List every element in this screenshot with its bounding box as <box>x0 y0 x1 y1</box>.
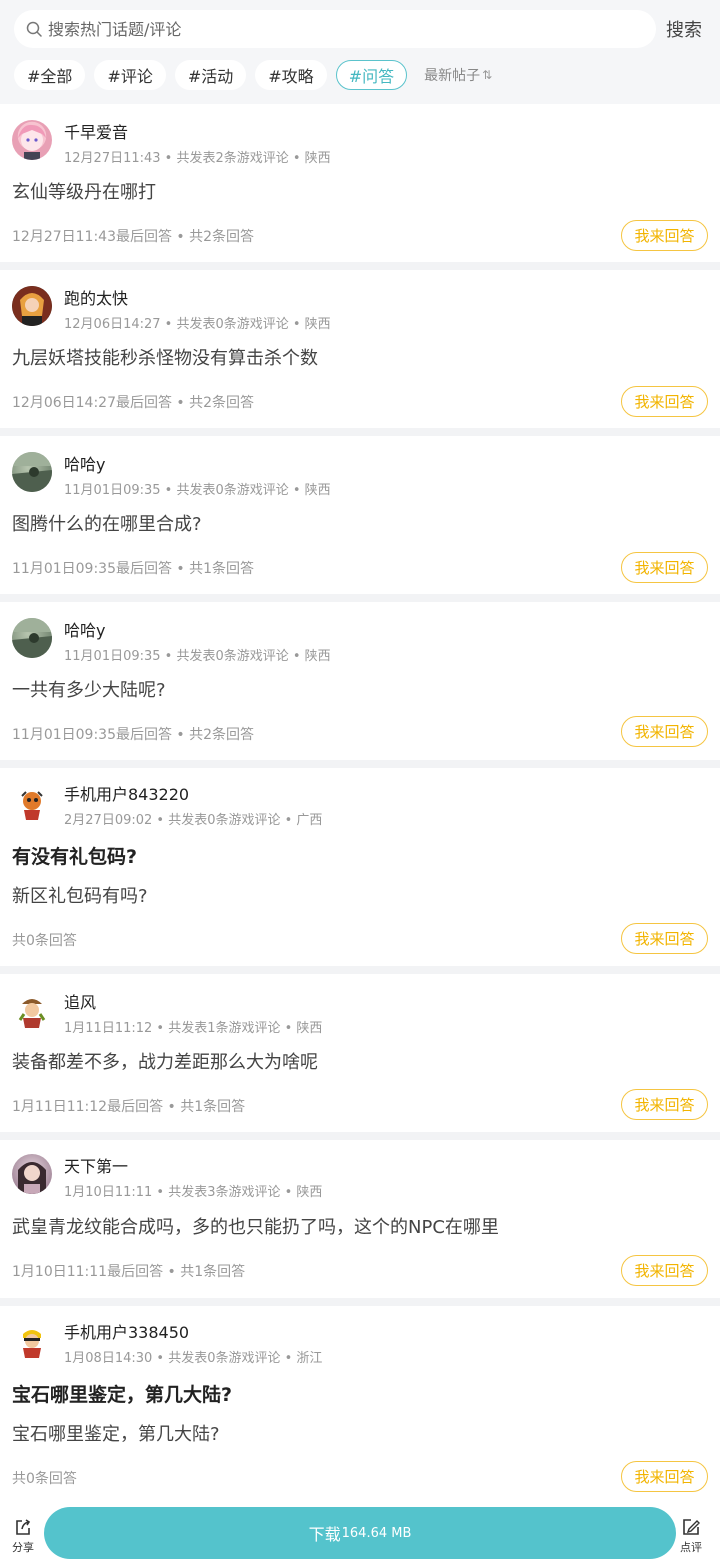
post-meta: 1月10日11:11 • 共发表3条游戏评论 • 陕西 <box>64 1185 323 1200</box>
search-input[interactable] <box>48 10 638 48</box>
post-card[interactable]: 哈哈y 11月01日09:35 • 共发表0条游戏评论 • 陕西 图腾什么的在哪… <box>0 436 720 594</box>
answer-button[interactable]: 我来回答 <box>621 386 708 417</box>
avatar[interactable] <box>12 286 52 326</box>
username[interactable]: 追风 <box>64 989 96 1013</box>
username[interactable]: 手机用户338450 <box>64 1319 189 1343</box>
edit-icon <box>683 1519 700 1535</box>
post-meta: 1月11日11:12 • 共发表1条游戏评论 • 陕西 <box>64 1021 323 1036</box>
post-card[interactable]: 手机用户843220 2月27日09:02 • 共发表0条游戏评论 • 广西 有… <box>0 768 720 966</box>
post-meta: 12月06日14:27 • 共发表0条游戏评论 • 陕西 <box>64 317 331 332</box>
post-card[interactable]: 追风 1月11日11:12 • 共发表1条游戏评论 • 陕西 装备都差不多，战力… <box>0 974 720 1132</box>
share-label: 分享 <box>12 1541 34 1554</box>
sort-label: 最新帖子 <box>424 68 481 84</box>
post-title: 宝石哪里鉴定，第几大陆? <box>12 1384 233 1406</box>
post-card[interactable]: 跑的太快 12月06日14:27 • 共发表0条游戏评论 • 陕西 九层妖塔技能… <box>0 270 720 428</box>
avatar[interactable] <box>12 120 52 160</box>
post-meta: 1月08日14:30 • 共发表0条游戏评论 • 浙江 <box>64 1351 323 1366</box>
post-card[interactable]: 手机用户338450 1月08日14:30 • 共发表0条游戏评论 • 浙江 宝… <box>0 1306 720 1503</box>
post-content: 宝石哪里鉴定，第几大陆? <box>12 1424 220 1445</box>
post-content: 九层妖塔技能秒杀怪物没有算击杀个数 <box>12 348 318 369</box>
post-content: 新区礼包码有吗? <box>12 886 148 907</box>
answer-button[interactable]: 我来回答 <box>621 1255 708 1286</box>
download-label: 下载 <box>308 1525 341 1544</box>
username[interactable]: 跑的太快 <box>64 285 128 309</box>
tag-qa[interactable]: #问答 <box>335 60 408 90</box>
answer-button[interactable]: 我来回答 <box>621 716 708 747</box>
post-meta: 2月27日09:02 • 共发表0条游戏评论 • 广西 <box>64 813 323 828</box>
username[interactable]: 哈哈y <box>64 451 105 475</box>
post-content: 武皇青龙纹能合成吗，多的也只能扔了吗，这个的NPC在哪里 <box>12 1217 499 1238</box>
post-footer: 12月27日11:43最后回答 • 共2条回答 <box>12 229 255 245</box>
username[interactable]: 天下第一 <box>64 1153 128 1177</box>
post-footer: 12月06日14:27最后回答 • 共2条回答 <box>12 395 255 411</box>
tag-bar: #全部 #评论 #活动 #攻略 #问答 最新帖子 ⇅ <box>14 59 492 91</box>
avatar[interactable] <box>12 618 52 658</box>
post-content: 图腾什么的在哪里合成? <box>12 514 202 535</box>
share-button[interactable]: 分享 <box>12 1517 34 1555</box>
tag-all[interactable]: #全部 <box>14 60 86 90</box>
post-footer: 11月01日09:35最后回答 • 共2条回答 <box>12 727 255 743</box>
post-content: 玄仙等级丹在哪打 <box>12 182 156 203</box>
answer-button[interactable]: 我来回答 <box>621 1461 708 1492</box>
sort-toggle[interactable]: 最新帖子 ⇅ <box>424 65 492 85</box>
avatar[interactable] <box>12 990 52 1030</box>
post-footer: 共0条回答 <box>12 933 77 949</box>
avatar[interactable] <box>12 452 52 492</box>
search-icon <box>26 21 42 37</box>
username[interactable]: 千早爱音 <box>64 119 128 143</box>
username[interactable]: 哈哈y <box>64 617 105 641</box>
post-content: 装备都差不多，战力差距那么大为啥呢 <box>12 1052 318 1073</box>
post-meta: 11月01日09:35 • 共发表0条游戏评论 • 陕西 <box>64 483 331 498</box>
post-footer: 共0条回答 <box>12 1471 77 1487</box>
username[interactable]: 手机用户843220 <box>64 781 189 805</box>
post-footer: 11月01日09:35最后回答 • 共1条回答 <box>12 561 255 577</box>
download-button[interactable]: 下载 164.64 MB <box>44 1507 676 1559</box>
sort-icon: ⇅ <box>482 68 493 82</box>
post-footer: 1月11日11:12最后回答 • 共1条回答 <box>12 1099 246 1115</box>
tag-guide[interactable]: #攻略 <box>255 60 327 90</box>
avatar[interactable] <box>12 784 52 824</box>
download-size: 164.64 MB <box>341 1525 412 1541</box>
top-bar: 搜索 #全部 #评论 #活动 #攻略 #问答 最新帖子 ⇅ <box>0 0 720 104</box>
avatar[interactable] <box>12 1154 52 1194</box>
post-meta: 11月01日09:35 • 共发表0条游戏评论 • 陕西 <box>64 649 331 664</box>
post-card[interactable]: 千早爱音 12月27日11:43 • 共发表2条游戏评论 • 陕西 玄仙等级丹在… <box>0 104 720 262</box>
search-button[interactable]: 搜索 <box>666 16 702 42</box>
tag-event[interactable]: #活动 <box>174 60 247 90</box>
post-meta: 12月27日11:43 • 共发表2条游戏评论 • 陕西 <box>64 151 331 166</box>
post-card[interactable]: 天下第一 1月10日11:11 • 共发表3条游戏评论 • 陕西 武皇青龙纹能合… <box>0 1140 720 1298</box>
avatar[interactable] <box>12 1320 52 1360</box>
tag-review[interactable]: #评论 <box>94 60 166 90</box>
answer-button[interactable]: 我来回答 <box>621 220 708 251</box>
post-card[interactable]: 哈哈y 11月01日09:35 • 共发表0条游戏评论 • 陕西 一共有多少大陆… <box>0 602 720 760</box>
share-icon <box>16 1519 31 1535</box>
review-button[interactable]: 点评 <box>680 1517 702 1555</box>
answer-button[interactable]: 我来回答 <box>621 552 708 583</box>
search-box[interactable] <box>14 10 656 48</box>
bottom-bar: 分享 下载 164.64 MB 点评 <box>0 1503 720 1565</box>
post-content: 一共有多少大陆呢? <box>12 680 166 701</box>
answer-button[interactable]: 我来回答 <box>621 1089 708 1120</box>
review-label: 点评 <box>680 1541 702 1554</box>
answer-button[interactable]: 我来回答 <box>621 923 708 954</box>
post-title: 有没有礼包码? <box>12 846 138 868</box>
post-footer: 1月10日11:11最后回答 • 共1条回答 <box>12 1264 246 1280</box>
